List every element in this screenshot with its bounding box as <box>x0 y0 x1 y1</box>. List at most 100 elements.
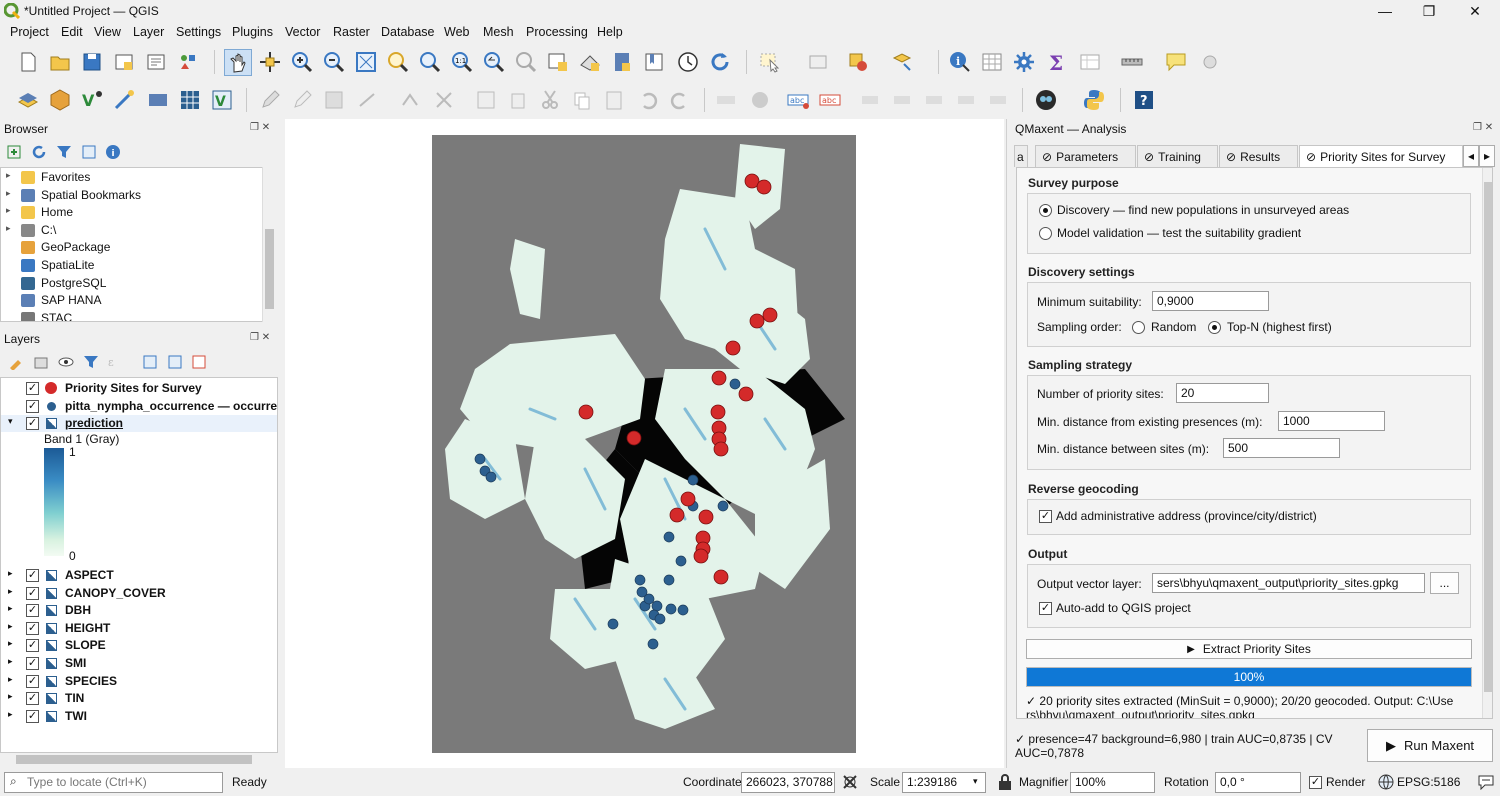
zoom-next-icon[interactable] <box>514 50 538 74</box>
help-icon[interactable]: ? <box>1132 88 1156 112</box>
zoom-out-icon[interactable] <box>322 50 346 74</box>
show-hide-label-icon[interactable] <box>890 88 914 112</box>
filter-expression-icon[interactable]: ε <box>108 354 132 370</box>
collapse-layers-icon[interactable] <box>167 354 183 370</box>
gps-settings-icon[interactable] <box>1198 50 1222 74</box>
select-features-icon[interactable] <box>758 50 782 74</box>
extract-priority-sites-button[interactable]: ▶ Extract Priority Sites <box>1026 639 1472 659</box>
rotation-input[interactable]: 0,0 ° <box>1215 772 1301 793</box>
layer-visibility-checkbox[interactable]: ✓ <box>26 621 39 635</box>
label-highlight-icon[interactable]: abc <box>818 88 842 112</box>
redo-icon[interactable] <box>668 88 692 112</box>
layer-visibility-checkbox[interactable]: ✓ <box>26 657 39 670</box>
menu-raster[interactable]: Raster <box>333 25 370 39</box>
random-radio[interactable] <box>1132 321 1145 334</box>
coordinate-input[interactable]: 266023, 370788 <box>741 772 835 793</box>
tab-scrollbar[interactable] <box>1482 168 1492 718</box>
tab-data[interactable]: a <box>1014 145 1028 167</box>
add-group-icon[interactable] <box>33 354 49 370</box>
menu-processing[interactable]: Processing <box>526 25 588 39</box>
open-table-icon[interactable] <box>1078 50 1102 74</box>
select-by-value-icon[interactable] <box>806 50 830 74</box>
num-sites-input[interactable]: 20 <box>1176 383 1269 403</box>
new-print-layout-icon[interactable] <box>112 50 136 74</box>
menu-edit[interactable]: Edit <box>61 25 83 39</box>
data-source-manager-icon[interactable] <box>16 88 40 112</box>
layer-visibility-checkbox[interactable]: ✓ <box>26 674 39 688</box>
expand-arrow-icon[interactable]: ▸ <box>8 656 13 667</box>
expand-arrow-icon[interactable]: ▸ <box>8 709 13 720</box>
menu-plugins[interactable]: Plugins <box>232 25 273 39</box>
layer-item[interactable]: ▸ ✓ ASPECT <box>1 567 277 584</box>
layer-item[interactable]: ▸ ✓ TWI <box>1 708 277 725</box>
measure-line-icon[interactable] <box>1120 50 1144 74</box>
pan-to-selection-icon[interactable] <box>258 50 282 74</box>
expand-arrow-icon[interactable]: ▸ <box>8 586 13 597</box>
discovery-radio[interactable] <box>1039 204 1052 217</box>
tab-scroll-left[interactable]: ◂ <box>1463 145 1479 167</box>
collapse-all-icon[interactable] <box>81 144 97 160</box>
layer-visibility-checkbox[interactable]: ✓ <box>26 586 39 600</box>
expand-arrow-icon[interactable]: ▸ <box>6 188 11 199</box>
python-console-icon[interactable] <box>1082 88 1106 112</box>
add-raster-icon[interactable] <box>178 88 202 112</box>
layer-visibility-checkbox[interactable]: ✓ <box>26 382 39 395</box>
manage-visibility-icon[interactable] <box>58 354 74 370</box>
tab-parameters[interactable]: ⊘ Parameters <box>1035 145 1136 167</box>
copy-icon[interactable] <box>570 88 594 112</box>
layer-item[interactable]: ▾ ✓ prediction <box>1 415 277 432</box>
properties-icon[interactable]: i <box>105 144 121 160</box>
maximize-button[interactable]: ❐ <box>1406 0 1452 22</box>
browser-float-button[interactable]: ❐ ✕ <box>250 122 270 133</box>
layer-diagram-icon[interactable] <box>748 88 772 112</box>
layer-item[interactable]: ▸ ✓ SPECIES <box>1 673 277 690</box>
dist-presence-input[interactable]: 1000 <box>1278 411 1385 431</box>
collapse-arrow-icon[interactable]: ▾ <box>8 416 13 427</box>
map-tips-icon[interactable] <box>1164 50 1188 74</box>
new-3d-map-view-icon[interactable] <box>578 50 602 74</box>
zoom-to-layer-icon[interactable] <box>418 50 442 74</box>
tab-training[interactable]: ⊘ Training <box>1137 145 1218 167</box>
digitize-icon[interactable] <box>356 88 380 112</box>
select-location-icon[interactable] <box>890 50 914 74</box>
layer-visibility-checkbox[interactable]: ✓ <box>26 569 39 582</box>
menu-mesh[interactable]: Mesh <box>483 25 514 39</box>
label-abc-icon[interactable]: abc <box>786 88 810 112</box>
new-virtual-layer-icon[interactable] <box>146 88 170 112</box>
attributes-table-icon[interactable] <box>980 50 1004 74</box>
menu-web[interactable]: Web <box>444 25 469 39</box>
expand-arrow-icon[interactable]: ▸ <box>8 691 13 702</box>
open-project-icon[interactable] <box>48 50 72 74</box>
min-suitability-input[interactable]: 0,9000 <box>1152 291 1269 311</box>
expand-arrow-icon[interactable]: ▸ <box>6 223 11 234</box>
new-temp-layer-icon[interactable] <box>112 88 136 112</box>
current-edits-icon[interactable] <box>290 88 314 112</box>
expand-arrow-icon[interactable]: ▸ <box>6 170 11 181</box>
deselect-all-icon[interactable] <box>846 50 870 74</box>
layer-item[interactable]: ▸ ✓ TIN <box>1 690 277 707</box>
add-vector-icon[interactable]: V <box>210 88 234 112</box>
menu-project[interactable]: Project <box>10 25 49 39</box>
refresh-icon[interactable] <box>708 50 732 74</box>
validation-radio[interactable] <box>1039 227 1052 240</box>
zoom-native-icon[interactable]: 1:1 <box>450 50 474 74</box>
expand-arrow-icon[interactable]: ▸ <box>8 568 13 579</box>
rotate-label-icon[interactable] <box>954 88 978 112</box>
map-render[interactable] <box>285 119 1004 768</box>
minimize-button[interactable]: — <box>1362 0 1408 22</box>
new-bookmark-icon[interactable] <box>610 50 634 74</box>
zoom-in-icon[interactable] <box>290 50 314 74</box>
expand-arrow-icon[interactable]: ▸ <box>8 603 13 614</box>
qmaxent-float-button[interactable]: ❐ ✕ <box>1473 122 1493 133</box>
magnifier-input[interactable]: 100% <box>1070 772 1155 793</box>
layer-item[interactable]: ▸ ✓ DBH <box>1 602 277 619</box>
save-project-icon[interactable] <box>80 50 104 74</box>
close-button[interactable]: ✕ <box>1452 0 1498 22</box>
layer-item[interactable]: ✓ Priority Sites for Survey <box>1 380 277 397</box>
paste-icon[interactable] <box>602 88 626 112</box>
menu-vector[interactable]: Vector <box>285 25 320 39</box>
render-checkbox[interactable]: ✓ <box>1309 776 1322 789</box>
remove-layer-icon[interactable] <box>191 354 207 370</box>
toggle-extents-icon[interactable] <box>842 774 858 790</box>
scale-dropdown-icon[interactable]: ▾ <box>973 776 978 787</box>
